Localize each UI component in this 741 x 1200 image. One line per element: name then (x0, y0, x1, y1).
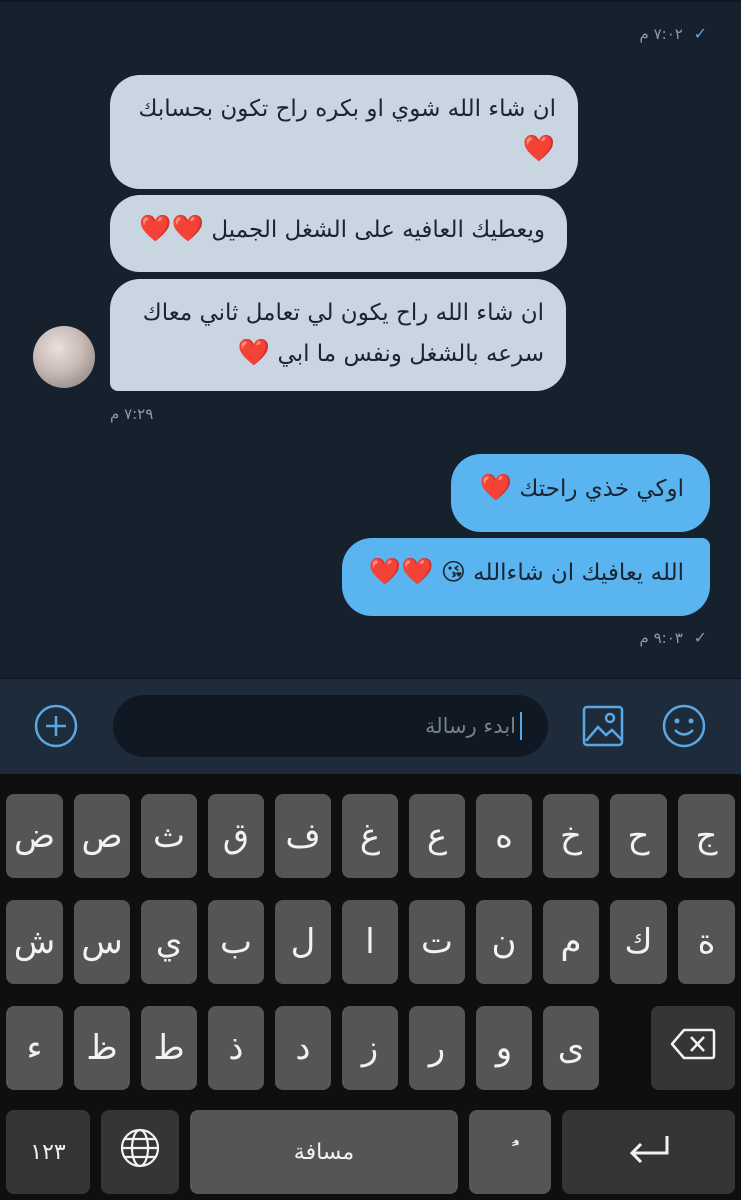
key[interactable]: ظ (74, 1006, 130, 1090)
key[interactable]: ش (6, 900, 63, 984)
globe-key[interactable] (101, 1110, 179, 1194)
timestamp: ٩:٠٣ م (639, 629, 683, 647)
message-input[interactable]: ابدء رسالة (113, 695, 548, 757)
key[interactable]: ج (678, 794, 735, 878)
message-text: ان شاء الله شوي او بكره راح تكون بحسابك (138, 96, 556, 122)
heart-emoji: ❤️❤️ (368, 557, 434, 587)
message-composer: ابدء رسالة (0, 678, 741, 774)
key[interactable]: ك (610, 900, 667, 984)
key[interactable]: ة (678, 900, 735, 984)
heart-emoji: ❤️ (479, 473, 513, 503)
key[interactable]: م (543, 900, 599, 984)
key[interactable]: ط (141, 1006, 197, 1090)
backspace-icon (670, 1027, 716, 1070)
message-placeholder: ابدء رسالة (424, 714, 516, 738)
message-status-top: ✓ ٧:٠٢ م (640, 24, 707, 43)
incoming-timestamp: ٧:٢٩ م (110, 405, 154, 423)
key[interactable]: س (74, 900, 130, 984)
add-icon[interactable] (33, 703, 79, 749)
key[interactable]: و (476, 1006, 532, 1090)
key[interactable]: ر (409, 1006, 465, 1090)
return-key[interactable] (562, 1110, 735, 1194)
key[interactable]: ن (476, 900, 532, 984)
check-icon: ✓ (693, 24, 707, 43)
text-caret (520, 712, 522, 740)
message-text: اوكي خذي راحتك (519, 476, 684, 502)
key[interactable]: ه (476, 794, 532, 878)
key[interactable]: غ (342, 794, 398, 878)
incoming-message-bubble[interactable]: ان شاء الله راح يكون لي تعامل ثاني معاك … (110, 279, 566, 391)
arabic-keyboard: ض ص ث ق ف غ ع ه خ ح ج ش س ي ب ل ا ت ن م … (0, 774, 741, 1200)
key[interactable]: ا (342, 900, 398, 984)
kiss-emoji: 😘 (440, 558, 466, 586)
message-text: الله يعافيك ان شاءالله (473, 560, 684, 586)
key[interactable]: ع (409, 794, 465, 878)
space-key[interactable]: مسافة (190, 1110, 458, 1194)
globe-icon (119, 1127, 161, 1178)
avatar[interactable] (33, 326, 95, 388)
message-text: ويعطيك العافيه على الشغل الجميل (211, 217, 545, 243)
chat-area: ✓ ٧:٠٢ م ان شاء الله شوي او بكره راح تكو… (0, 0, 741, 678)
outgoing-message-bubble[interactable]: اوكي خذي راحتك ❤️ (451, 454, 710, 532)
backspace-key[interactable] (651, 1006, 735, 1090)
message-text: سرعه بالشغل ونفس ما ابي (277, 341, 544, 367)
key[interactable]: ص (74, 794, 130, 878)
outgoing-message-bubble[interactable]: الله يعافيك ان شاءالله 😘 ❤️❤️ (342, 538, 710, 616)
key[interactable]: ز (342, 1006, 398, 1090)
key[interactable]: ي (141, 900, 197, 984)
incoming-message-bubble[interactable]: ان شاء الله شوي او بكره راح تكون بحسابك … (110, 75, 578, 189)
key[interactable]: ض (6, 794, 63, 878)
key[interactable]: ى (543, 1006, 599, 1090)
message-status-bottom: ✓ ٩:٠٣ م (640, 628, 707, 647)
heart-emoji: ❤️ (522, 134, 556, 164)
check-icon: ✓ (693, 628, 707, 647)
timestamp: ٧:٠٢ م (639, 25, 683, 43)
incoming-message-bubble[interactable]: ويعطيك العافيه على الشغل الجميل ❤️❤️ (110, 195, 567, 272)
heart-emoji: ❤️❤️ (139, 214, 205, 244)
emoji-icon[interactable] (661, 703, 707, 749)
key[interactable]: ذ (208, 1006, 264, 1090)
numbers-key[interactable]: ١٢٣ (6, 1110, 90, 1194)
key[interactable]: ق (208, 794, 264, 878)
heart-emoji: ❤️ (237, 338, 271, 368)
key[interactable]: د (275, 1006, 331, 1090)
key[interactable]: ف (275, 794, 331, 878)
key[interactable]: ح (610, 794, 667, 878)
key[interactable]: ل (275, 900, 331, 984)
key[interactable]: خ (543, 794, 599, 878)
diacritics-key[interactable]: ًُ (469, 1110, 551, 1194)
key[interactable]: ء (6, 1006, 63, 1090)
return-icon (627, 1132, 671, 1172)
key[interactable]: ث (141, 794, 197, 878)
key[interactable]: ت (409, 900, 465, 984)
message-text: ان شاء الله راح يكون لي تعامل ثاني معاك (142, 300, 544, 326)
key[interactable]: ب (208, 900, 264, 984)
image-icon[interactable] (580, 703, 626, 749)
